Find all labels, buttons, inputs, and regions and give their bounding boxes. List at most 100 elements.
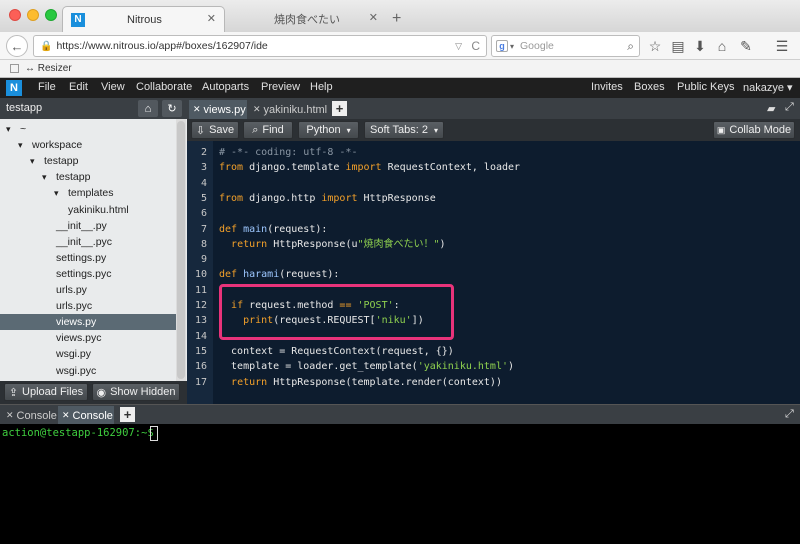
file-tree-label: workspace bbox=[32, 139, 83, 152]
close-tab-icon[interactable]: ✕ bbox=[253, 104, 261, 115]
new-editor-tab-button[interactable]: + bbox=[332, 101, 347, 116]
file-tree-label: testapp bbox=[44, 155, 79, 168]
collab-icon: ▣ bbox=[716, 124, 726, 135]
close-tab-icon[interactable]: ✕ bbox=[62, 410, 70, 421]
file-tree-label: urls.pyc bbox=[56, 300, 93, 313]
console-tab-1[interactable]: ✕ Console bbox=[2, 406, 57, 425]
tab-label: views.py bbox=[203, 103, 246, 116]
tab-label: Console bbox=[72, 409, 113, 422]
expand-arrow-icon[interactable]: ▾ bbox=[6, 121, 11, 137]
google-icon: g bbox=[496, 40, 508, 52]
show-hidden-label: Show Hidden bbox=[110, 386, 176, 398]
line-number: 3 bbox=[200, 162, 207, 174]
menu-file[interactable]: File bbox=[38, 81, 56, 93]
fullscreen-icon[interactable]: ⤢ bbox=[785, 101, 794, 114]
sidebar-footer: ⇪ Upload Files ◉ Show Hidden bbox=[0, 381, 187, 404]
close-tab-icon[interactable]: ✕ bbox=[369, 11, 378, 24]
collab-mode-button[interactable]: ▣ Collab Mode bbox=[713, 121, 795, 139]
menu-user[interactable]: nakazye ▾ bbox=[743, 81, 793, 94]
zoom-window-button[interactable] bbox=[45, 9, 57, 21]
language-select[interactable]: Python ▾ bbox=[298, 121, 359, 139]
code-line[interactable]: def main(request): bbox=[219, 222, 327, 237]
url-bar[interactable]: 🔒 https://www.nitrous.io/app#/boxes/1629… bbox=[33, 35, 487, 57]
menu-preview[interactable]: Preview bbox=[261, 81, 300, 93]
browser-tab-nitrous[interactable]: N Nitrous ✕ bbox=[62, 6, 225, 32]
close-window-button[interactable] bbox=[9, 9, 21, 21]
menu-icon[interactable]: ☰ bbox=[772, 35, 792, 57]
download-icon[interactable]: ⬇ bbox=[690, 35, 710, 57]
new-console-button[interactable]: + bbox=[120, 407, 135, 422]
reload-icon[interactable]: C bbox=[471, 39, 480, 53]
upload-icon: ⇪ bbox=[8, 386, 19, 399]
nitrous-logo[interactable]: N bbox=[6, 80, 22, 96]
home-icon[interactable]: ⌂ bbox=[712, 35, 732, 57]
close-tab-icon[interactable]: ✕ bbox=[193, 104, 201, 115]
editor-tabbar: ✕ views.py ✕ yakiniku.html + ▰ ⤢ bbox=[187, 98, 800, 119]
browser-titlebar: N Nitrous ✕ 焼肉食べたい ✕ + bbox=[0, 0, 800, 32]
chevron-down-icon: ▾ bbox=[433, 125, 438, 135]
code-line[interactable]: return HttpResponse(u"焼肉食べたい！") bbox=[219, 237, 446, 252]
minimize-window-button[interactable] bbox=[27, 9, 39, 21]
file-tree-label: ~ bbox=[20, 123, 27, 135]
close-tab-icon[interactable]: ✕ bbox=[6, 410, 14, 421]
expand-arrow-icon[interactable]: ▾ bbox=[18, 137, 23, 153]
soft-tabs-label: Soft Tabs: 2 bbox=[370, 124, 428, 136]
terminal-cursor bbox=[150, 426, 158, 441]
menu-help[interactable]: Help bbox=[310, 81, 333, 93]
reading-list-icon[interactable]: ▤ bbox=[668, 35, 688, 57]
expand-arrow-icon[interactable]: ▾ bbox=[30, 153, 35, 169]
save-button[interactable]: ⇩ Save bbox=[191, 121, 239, 139]
eye-icon: ◉ bbox=[96, 386, 107, 399]
browser-navbar: ← 🔒 https://www.nitrous.io/app#/boxes/16… bbox=[0, 32, 800, 60]
upload-files-button[interactable]: ⇪ Upload Files bbox=[4, 383, 88, 401]
search-icon[interactable]: ⌕ bbox=[627, 39, 634, 54]
bookmark-star-icon[interactable]: ☆ bbox=[645, 35, 665, 57]
menu-collaborate[interactable]: Collaborate bbox=[136, 81, 192, 93]
line-number: 7 bbox=[200, 223, 207, 235]
menu-edit[interactable]: Edit bbox=[69, 81, 88, 93]
console-tab-2[interactable]: ✕ Console bbox=[58, 406, 114, 425]
expand-arrow-icon[interactable]: ▾ bbox=[54, 185, 59, 201]
code-line[interactable]: template = loader.get_template('yakiniku… bbox=[219, 359, 514, 374]
scrollbar-thumb[interactable] bbox=[177, 121, 185, 379]
code-line[interactable]: from django.http import HttpResponse bbox=[219, 191, 436, 206]
line-number: 13 bbox=[194, 315, 207, 327]
new-tab-button[interactable]: + bbox=[392, 10, 401, 28]
back-arrow-icon[interactable]: ← bbox=[6, 35, 28, 57]
terminal[interactable]: action@testapp-162907:~$ bbox=[0, 424, 800, 544]
nitrous-favicon-icon: N bbox=[71, 12, 85, 27]
menu-boxes[interactable]: Boxes bbox=[634, 81, 665, 93]
code-line[interactable]: def harami(request): bbox=[219, 267, 339, 282]
fullscreen-icon[interactable]: ⤢ bbox=[785, 408, 794, 421]
close-tab-icon[interactable]: ✕ bbox=[207, 12, 216, 25]
bookmark-resizer[interactable]: ↔ Resizer bbox=[25, 63, 72, 74]
browser-tab-yakiniku[interactable]: 焼肉食べたい ✕ bbox=[228, 6, 386, 32]
file-tree-item[interactable]: views.py bbox=[0, 314, 176, 331]
editor-tab-views-py[interactable]: ✕ views.py bbox=[189, 100, 247, 119]
tab-label: Console bbox=[16, 409, 57, 422]
find-button[interactable]: ⌕ Find bbox=[243, 121, 293, 139]
refresh-icon[interactable]: ↻ bbox=[162, 100, 182, 117]
menu-invites[interactable]: Invites bbox=[591, 81, 623, 93]
menu-autoparts[interactable]: Autoparts bbox=[202, 81, 249, 93]
editor-tab-yakiniku-html[interactable]: ✕ yakiniku.html bbox=[249, 100, 329, 119]
home-icon[interactable]: ⌂ bbox=[138, 100, 158, 117]
search-box[interactable]: g ▾ Google ⌕ bbox=[491, 35, 640, 57]
code-line[interactable]: # -*- coding: utf-8 -*- bbox=[219, 145, 357, 160]
chat-icon[interactable]: ▰ bbox=[767, 102, 775, 115]
code-line[interactable]: return HttpResponse(template.render(cont… bbox=[219, 375, 502, 390]
addon-icon[interactable]: ✎ bbox=[736, 35, 756, 57]
soft-tabs-select[interactable]: Soft Tabs: 2 ▾ bbox=[364, 121, 444, 139]
menu-view[interactable]: View bbox=[101, 81, 125, 93]
file-tree-label: settings.pyc bbox=[56, 267, 112, 280]
code-line[interactable]: context = RequestContext(request, {}) bbox=[219, 344, 454, 359]
url-text: https://www.nitrous.io/app#/boxes/162907… bbox=[56, 40, 268, 52]
show-hidden-button[interactable]: ◉ Show Hidden bbox=[92, 383, 180, 401]
expand-arrow-icon[interactable]: ▾ bbox=[42, 169, 47, 185]
sidebar-header: testapp ⌂ ↻ bbox=[0, 98, 187, 119]
code-line[interactable]: from django.template import RequestConte… bbox=[219, 160, 520, 175]
editor-toolbar: ⇩ Save ⌕ Find Python ▾ Soft Tabs: 2 ▾ ▣ … bbox=[187, 119, 800, 141]
dropdown-icon[interactable]: ▽ bbox=[455, 41, 462, 52]
menu-public-keys[interactable]: Public Keys bbox=[677, 81, 734, 93]
file-tree-label: yakiniku.html bbox=[68, 203, 129, 216]
